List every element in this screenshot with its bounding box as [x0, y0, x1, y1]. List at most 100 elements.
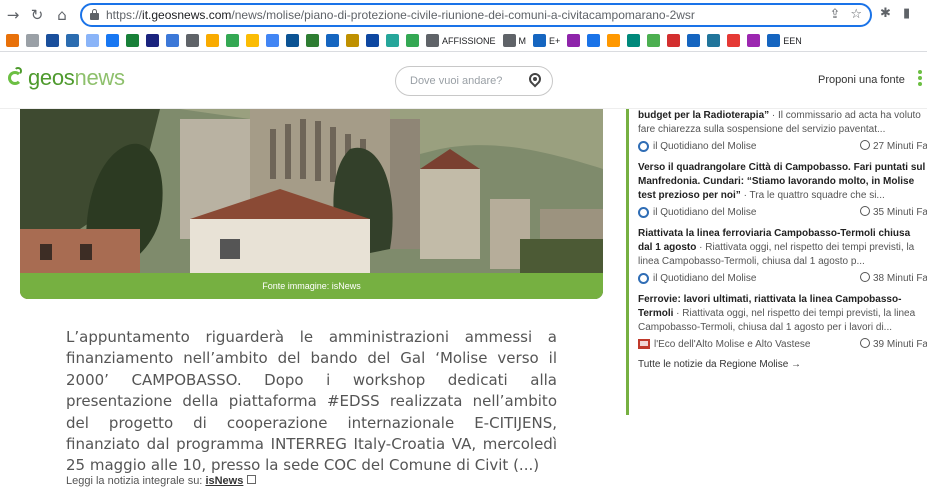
bookmark-item[interactable] [647, 34, 661, 47]
bookmark-favicon-icon [26, 34, 39, 47]
quotidiano-source-icon [638, 272, 649, 284]
news-headline[interactable]: Ferrovie: lavori ultimati, riattivata la… [638, 293, 927, 335]
address-bar[interactable]: https://it.geosnews.com/news/molise/pian… [80, 3, 872, 27]
news-source[interactable]: il Quotidiano del Molise [638, 272, 756, 284]
news-title[interactable]: budget per la Radioterapia” [638, 110, 769, 121]
bookmark-item[interactable] [206, 34, 219, 47]
bookmark-item[interactable] [286, 34, 299, 47]
reload-icon[interactable]: ↻ [28, 6, 46, 24]
search-placeholder[interactable]: Dove vuoi andare? [410, 75, 502, 87]
bookmark-item[interactable]: AFFISSIONE [426, 34, 496, 47]
bookmark-favicon-icon [687, 34, 701, 47]
sidebar-panel-icon[interactable]: ▮ [903, 6, 910, 21]
browser-address-row: → ↻ ⌂ https://it.geosnews.com/news/molis… [0, 0, 927, 30]
bookmark-favicon-icon [502, 34, 516, 47]
news-source[interactable]: l'Eco dell'Alto Molise e Alto Vastese [638, 338, 811, 350]
forward-icon[interactable]: → [4, 6, 22, 24]
bookmark-item[interactable]: E+ [533, 34, 560, 47]
news-list: budget per la Radioterapia” · Il commiss… [638, 109, 927, 350]
bookmark-item[interactable] [126, 34, 139, 47]
bookmark-favicon-icon [366, 34, 379, 47]
bookmark-item[interactable] [406, 34, 419, 47]
bookmark-favicon-icon [647, 34, 661, 47]
home-icon[interactable]: ⌂ [53, 6, 71, 24]
bookmark-item[interactable] [26, 34, 39, 47]
bookmark-favicon-icon [386, 34, 399, 47]
bookmark-item[interactable] [747, 34, 761, 47]
geosnews-logo[interactable]: geosnews [8, 65, 125, 91]
bookmark-item[interactable] [386, 34, 399, 47]
news-item[interactable]: Verso il quadrangolare Città di Campobas… [638, 161, 927, 218]
bookmark-item[interactable] [346, 34, 359, 47]
location-pin-icon[interactable] [526, 70, 544, 89]
bookmark-item[interactable] [306, 34, 319, 47]
bookmark-item[interactable]: EEN [767, 34, 802, 47]
news-item[interactable]: budget per la Radioterapia” · Il commiss… [638, 109, 927, 152]
news-time: 38 Minuti Fa [859, 272, 927, 284]
news-meta: l'Eco dell'Alto Molise e Alto Vastese 39 … [638, 338, 927, 350]
bookmark-favicon-icon [667, 34, 681, 47]
bookmark-item[interactable] [366, 34, 379, 47]
news-item[interactable]: Riattivata la linea ferroviaria Campobas… [638, 227, 927, 284]
bookmark-label: EEN [783, 35, 802, 46]
bookmark-item[interactable] [146, 34, 159, 47]
news-headline[interactable]: Riattivata la linea ferroviaria Campobas… [638, 227, 927, 269]
bookmark-favicon-icon [46, 34, 59, 47]
quotidiano-source-icon [638, 206, 649, 218]
village-illustration [20, 109, 603, 299]
bookmark-favicon-icon [346, 34, 359, 47]
bookmark-item[interactable] [106, 34, 119, 47]
bookmark-item[interactable] [627, 34, 641, 47]
bookmark-item[interactable] [587, 34, 601, 47]
bookmark-item[interactable] [727, 34, 741, 47]
news-source[interactable]: il Quotidiano del Molise [638, 206, 756, 218]
share-icon[interactable]: ⇪ [829, 7, 840, 22]
bookmark-item[interactable] [66, 34, 79, 47]
news-time: 35 Minuti Fa [859, 206, 927, 218]
news-source[interactable]: il Quotidiano del Molise [638, 140, 756, 152]
bookmark-item[interactable] [6, 34, 19, 47]
more-menu-icon[interactable] [918, 70, 922, 88]
bookmark-item[interactable] [687, 34, 701, 47]
star-icon[interactable]: ☆ [850, 7, 862, 22]
bookmark-item[interactable] [86, 34, 99, 47]
url-text[interactable]: https://it.geosnews.com/news/molise/pian… [106, 8, 695, 22]
bookmark-favicon-icon [607, 34, 621, 47]
bookmark-item[interactable] [567, 34, 581, 47]
clock-icon [859, 206, 870, 216]
bookmark-item[interactable] [326, 34, 339, 47]
bookmark-item[interactable]: M [502, 34, 526, 47]
extensions-puzzle-icon[interactable]: ✱ [880, 6, 891, 21]
bookmark-item[interactable] [707, 34, 721, 47]
read-more-source-link[interactable]: isNews [205, 475, 243, 487]
news-headline[interactable]: Verso il quadrangolare Città di Campobas… [638, 161, 927, 203]
news-item[interactable]: Ferrovie: lavori ultimati, riattivata la… [638, 293, 927, 350]
all-news-link[interactable]: Tutte le notizie da Regione Molise → [638, 359, 927, 370]
bookmark-label: E+ [549, 35, 561, 46]
news-meta: il Quotidiano del Molise 27 Minuti Fa [638, 140, 927, 152]
bookmark-item[interactable] [166, 34, 179, 47]
bookmark-item[interactable] [266, 34, 279, 47]
geosnews-logo-icon [8, 67, 28, 89]
bookmark-favicon-icon [587, 34, 601, 47]
bookmark-item[interactable] [246, 34, 259, 47]
bookmark-item[interactable] [667, 34, 681, 47]
bookmark-item[interactable] [607, 34, 621, 47]
news-headline[interactable]: budget per la Radioterapia” · Il commiss… [638, 109, 927, 137]
propose-source-link[interactable]: Proponi una fonte [818, 74, 905, 86]
clock-icon [859, 338, 870, 348]
bookmark-item[interactable] [46, 34, 59, 47]
article-body: L’appuntamento riguarderà le amministraz… [66, 328, 557, 475]
lock-icon[interactable] [90, 9, 99, 20]
bookmark-item[interactable] [186, 34, 199, 47]
bookmark-favicon-icon [166, 34, 179, 47]
image-caption: Fonte immagine: isNews [20, 273, 603, 299]
bookmarks-bar: AFFISSIONE M E+ EEN [0, 30, 927, 52]
bookmark-item[interactable] [226, 34, 239, 47]
bookmark-favicon-icon [406, 34, 419, 47]
read-more-prefix: Leggi la notizia integrale su: [66, 475, 206, 487]
bookmark-favicon-icon [533, 34, 547, 47]
location-search[interactable]: Dove vuoi andare? [395, 66, 553, 96]
bookmark-favicon-icon [186, 34, 199, 47]
external-link-icon[interactable] [247, 475, 257, 484]
